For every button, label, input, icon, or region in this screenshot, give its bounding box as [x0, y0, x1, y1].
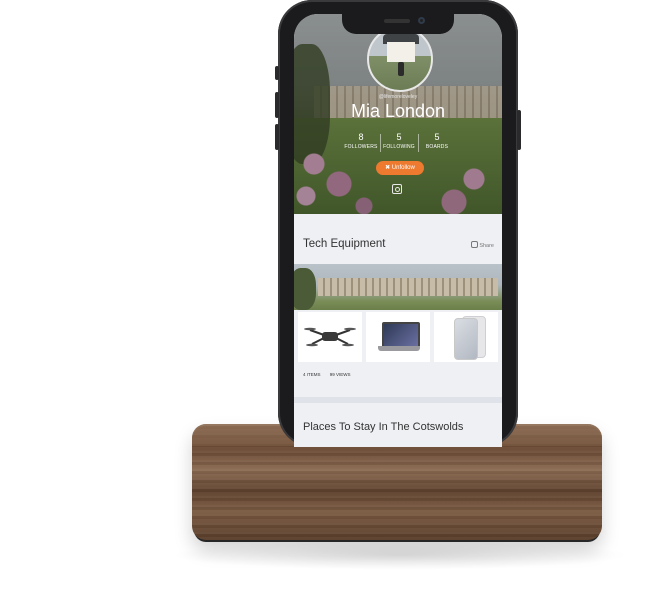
dock-shadow — [170, 540, 630, 570]
volume-down-button — [275, 124, 279, 150]
board-cover-image[interactable] — [294, 264, 502, 310]
stat-label: BOARDS — [425, 144, 449, 150]
board-meta: 4 ITEMS 99 VIEWS — [303, 372, 359, 377]
stat-label: FOLLOWERS — [344, 144, 378, 150]
drone-icon — [304, 327, 356, 347]
power-button — [517, 110, 521, 150]
share-icon — [471, 241, 479, 248]
profile-handle: @lifemoreloveley — [378, 94, 418, 100]
laptop-icon — [382, 322, 420, 348]
stat-followers[interactable]: 8 FOLLOWERS — [342, 132, 380, 154]
stat-boards[interactable]: 5 BOARDS — [418, 132, 456, 154]
avatar[interactable] — [367, 26, 433, 92]
stat-value: 5 — [396, 132, 402, 142]
board-card-tech-equipment[interactable]: Tech Equipment Share 4 ITEMS 99 VIEWS — [294, 214, 502, 397]
profile-stats: 8 FOLLOWERS 5 FOLLOWING 5 BOARDS — [342, 132, 456, 154]
profile-header: @lifemoreloveley Mia London 8 FOLLOWERS … — [294, 14, 502, 214]
unfollow-button[interactable]: ✖ Unfollow — [376, 161, 424, 175]
share-label: Share — [479, 243, 494, 249]
profile-name: Mia London — [350, 101, 446, 121]
mute-switch — [275, 66, 279, 80]
laptop-base — [378, 346, 420, 351]
stat-label: FOLLOWING — [383, 144, 415, 150]
notch — [342, 14, 454, 34]
cover-tree — [294, 268, 316, 310]
views-count: 99 VIEWS — [329, 372, 351, 377]
board-card-cotswolds[interactable]: Places To Stay In The Cotswolds — [294, 403, 502, 447]
avatar-house — [387, 42, 415, 62]
stat-following[interactable]: 5 FOLLOWING — [380, 132, 418, 154]
cover-building — [318, 278, 498, 296]
share-button[interactable]: Share — [471, 241, 494, 249]
board-thumbnails — [294, 310, 502, 364]
avatar-person — [398, 62, 404, 76]
thumbnail-smartphone[interactable] — [434, 312, 498, 362]
smartphone: @lifemoreloveley Mia London 8 FOLLOWERS … — [275, 0, 521, 447]
board-title[interactable]: Places To Stay In The Cotswolds — [303, 421, 463, 433]
thumbnail-laptop[interactable] — [366, 312, 430, 362]
volume-up-button — [275, 92, 279, 118]
instagram-icon[interactable] — [392, 184, 402, 194]
phone-screen: @lifemoreloveley Mia London 8 FOLLOWERS … — [294, 14, 502, 447]
thumbnail-drone[interactable] — [298, 312, 362, 362]
board-title[interactable]: Tech Equipment — [303, 238, 385, 250]
stat-value: 5 — [434, 132, 440, 142]
smartphone-icon — [454, 318, 478, 360]
items-count: 4 ITEMS — [303, 372, 321, 377]
stat-value: 8 — [358, 132, 364, 142]
front-camera — [418, 17, 425, 24]
speaker — [384, 19, 410, 23]
